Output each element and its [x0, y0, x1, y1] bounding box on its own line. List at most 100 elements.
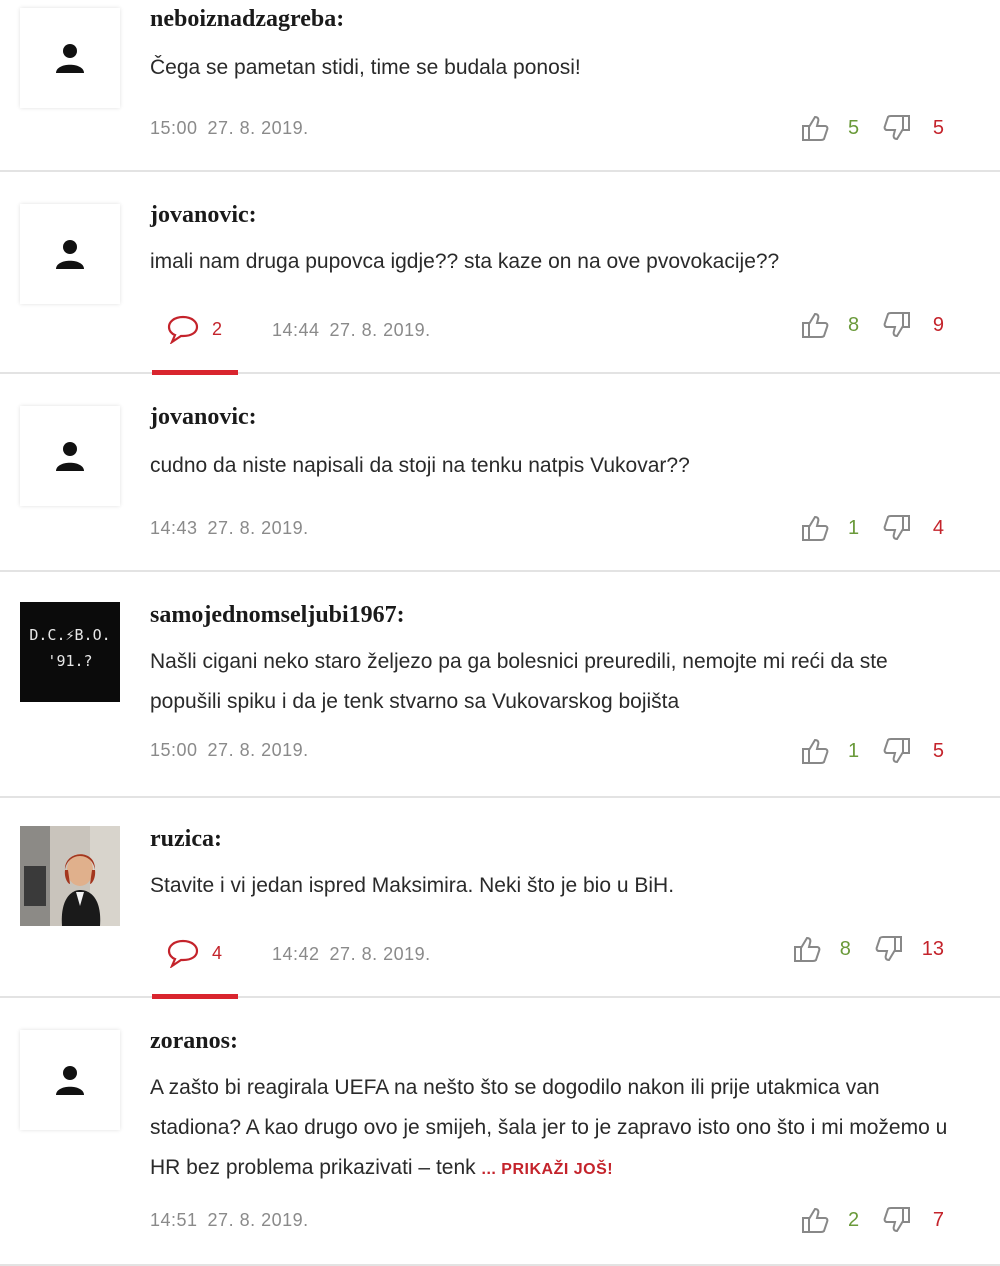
comment-text: Čega se pametan stidi, time se budala po… — [150, 56, 581, 79]
vote-bar: 1 4 — [800, 514, 944, 542]
like-button[interactable]: 1 — [800, 514, 862, 542]
comment-text: Našli cigani neko staro željezo pa ga bo… — [150, 650, 888, 713]
comment-date: 27. 8. 2019. — [329, 944, 431, 964]
like-count: 5 — [848, 116, 860, 139]
dislike-button[interactable]: 5 — [882, 737, 944, 765]
comment: jovanovic: imali nam druga pupovca igdje… — [0, 174, 1000, 375]
comment-date: 27. 8. 2019. — [207, 518, 309, 538]
user-icon — [56, 44, 84, 73]
dislike-button[interactable]: 13 — [874, 935, 944, 963]
comment-username[interactable]: zoranos: — [150, 1028, 238, 1055]
dislike-count: 9 — [932, 313, 944, 336]
thumbs-up-icon — [802, 312, 829, 338]
dislike-button[interactable]: 5 — [882, 114, 944, 142]
comment-text: cudno da niste napisali da stoji na tenk… — [150, 454, 690, 477]
comment-text: imali nam druga pupovca igdje?? sta kaze… — [150, 250, 780, 273]
like-count: 1 — [848, 516, 860, 539]
dislike-count: 5 — [932, 116, 944, 139]
comment: zoranos: A zašto bi reagirala UEFA na ne… — [0, 1000, 1000, 1266]
comment: ruzica: Stavite i vi jedan ispred Maksim… — [0, 800, 1000, 999]
thumbs-down-icon — [875, 936, 902, 962]
comment-timestamp: 15:00 27. 8. 2019. — [150, 118, 309, 139]
dislike-count: 4 — [932, 516, 944, 539]
dislike-button[interactable]: 7 — [882, 1206, 944, 1234]
comment: jovanovic: cudno da niste napisali da st… — [0, 376, 1000, 572]
reply-count: 2 — [212, 318, 223, 339]
replies-button[interactable]: 2 — [166, 314, 222, 344]
vote-bar: 8 13 — [792, 935, 944, 963]
thumbs-up-icon — [802, 1207, 829, 1233]
like-button[interactable]: 2 — [800, 1206, 862, 1234]
comment-username[interactable]: neboiznadzagreba: — [150, 6, 344, 33]
thumbs-up-icon — [802, 115, 829, 141]
comment-date: 27. 8. 2019. — [207, 118, 309, 138]
comment-timestamp: 14:44 27. 8. 2019. — [272, 320, 431, 341]
dislike-count: 5 — [932, 739, 944, 762]
avatar[interactable] — [20, 204, 120, 304]
comment-username[interactable]: ruzica: — [150, 826, 222, 853]
active-tab-indicator — [152, 370, 238, 375]
comment-text: A zašto bi reagirala UEFA na nešto što s… — [150, 1068, 950, 1190]
dislike-button[interactable]: 4 — [882, 514, 944, 542]
like-button[interactable]: 1 — [800, 737, 862, 765]
like-button[interactable]: 8 — [792, 935, 854, 963]
thumbs-up-icon — [802, 738, 829, 764]
active-tab-indicator — [152, 994, 238, 999]
speech-bubble-icon — [167, 939, 199, 968]
comment-date: 27. 8. 2019. — [207, 1210, 309, 1230]
comment-username[interactable]: jovanovic: — [150, 404, 257, 431]
like-button[interactable]: 5 — [800, 114, 862, 142]
vote-bar: 8 9 — [800, 311, 944, 339]
comment-time: 14:44 — [272, 320, 320, 340]
comment: neboiznadzagreba: Čega se pametan stidi,… — [0, 0, 1000, 172]
avatar[interactable] — [20, 406, 120, 506]
dislike-button[interactable]: 9 — [882, 311, 944, 339]
woman-photo-image — [20, 826, 120, 926]
like-count: 8 — [848, 313, 860, 336]
user-icon — [56, 442, 84, 471]
comment-time: 14:42 — [272, 944, 320, 964]
comment-date: 27. 8. 2019. — [329, 320, 431, 340]
show-more-link[interactable]: ... PRIKAŽI JOŠ! — [482, 1161, 614, 1178]
reply-count: 4 — [212, 942, 223, 963]
comment-text: Stavite i vi jedan ispred Maksimira. Nek… — [150, 874, 675, 897]
comment-time: 15:00 — [150, 118, 198, 138]
dislike-count: 13 — [921, 937, 944, 960]
avatar[interactable] — [20, 1030, 120, 1130]
avatar[interactable]: D.C.⚡B.O. '91.? — [20, 602, 120, 702]
comment-timestamp: 14:51 27. 8. 2019. — [150, 1210, 309, 1231]
thumbs-up-icon — [793, 936, 821, 962]
avatar-caption-line-1: D.C.⚡B.O. — [29, 626, 111, 644]
thumbs-down-icon — [883, 1207, 910, 1233]
comment-date: 27. 8. 2019. — [207, 740, 309, 760]
comment: D.C.⚡B.O. '91.? samojednomseljubi1967: N… — [0, 574, 1000, 798]
replies-button[interactable]: 4 — [166, 938, 222, 968]
comment-time: 15:00 — [150, 740, 198, 760]
user-icon — [56, 1066, 84, 1095]
speech-bubble-icon — [167, 315, 199, 344]
vote-bar: 5 5 — [800, 114, 944, 142]
thumbs-down-icon — [883, 115, 910, 141]
vote-bar: 1 5 — [800, 737, 944, 765]
like-count: 8 — [839, 937, 851, 960]
comment-timestamp: 14:42 27. 8. 2019. — [272, 944, 431, 965]
comment-timestamp: 14:43 27. 8. 2019. — [150, 518, 309, 539]
avatar[interactable] — [20, 8, 120, 108]
comment-timestamp: 15:00 27. 8. 2019. — [150, 740, 309, 761]
thumbs-down-icon — [883, 738, 910, 764]
avatar-caption-line-2: '91.? — [47, 652, 93, 670]
vote-bar: 2 7 — [800, 1206, 944, 1234]
like-count: 2 — [848, 1208, 860, 1231]
avatar-image: D.C.⚡B.O. '91.? — [20, 602, 120, 702]
user-icon — [56, 240, 84, 269]
like-button[interactable]: 8 — [800, 311, 862, 339]
avatar[interactable] — [20, 826, 120, 926]
comment-username[interactable]: jovanovic: — [150, 202, 257, 229]
thumbs-down-icon — [883, 312, 910, 338]
comment-time: 14:43 — [150, 518, 198, 538]
dislike-count: 7 — [932, 1208, 944, 1231]
thumbs-up-icon — [802, 515, 829, 541]
comment-username[interactable]: samojednomseljubi1967: — [150, 602, 405, 629]
like-count: 1 — [848, 739, 860, 762]
comment-time: 14:51 — [150, 1210, 198, 1230]
